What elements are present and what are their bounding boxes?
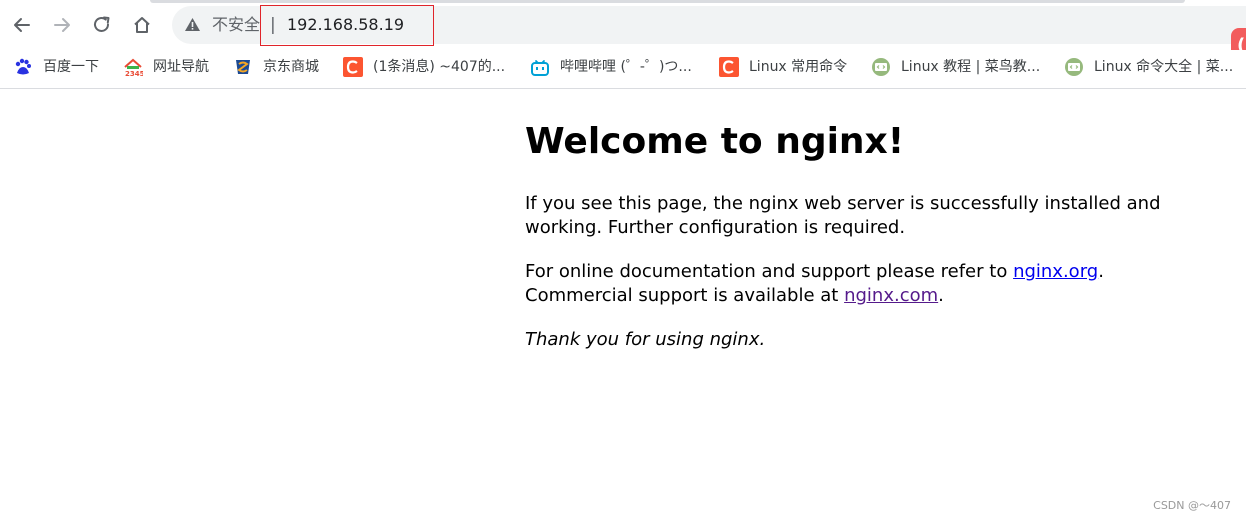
csdn-icon	[343, 57, 363, 77]
bookmark-2345[interactable]: 2345 网址导航	[123, 55, 209, 79]
url-text[interactable]: 192.168.58.19	[287, 13, 404, 37]
support-paragraph: For online documentation and support ple…	[525, 260, 1185, 308]
watermark: CSDN @～407	[1153, 499, 1231, 512]
bookmark-label: Linux 教程 | 菜鸟教...	[901, 59, 1041, 75]
commercial-support-text: Commercial support is available at	[525, 285, 845, 306]
reload-icon	[94, 16, 110, 32]
bookmark-runoob-tutorial[interactable]: Linux 教程 | 菜鸟教...	[871, 55, 1040, 79]
arrow-left-icon	[14, 18, 30, 32]
bookmark-label: (1条消息) ~407的...	[373, 59, 506, 75]
thanks-paragraph: Thank you for using nginx.	[525, 329, 766, 350]
punctuation: .	[938, 285, 944, 306]
support-text: For online documentation and support ple…	[525, 261, 1014, 282]
browser-toolbar: 不安全 | 192.168.58.19 (	[0, 0, 1246, 64]
bilibili-icon	[530, 57, 550, 77]
page-title: Welcome to nginx!	[525, 121, 905, 162]
warning-triangle-icon[interactable]	[184, 17, 201, 36]
back-button[interactable]	[7, 10, 37, 40]
bookmark-bilibili[interactable]: 哔哩哔哩 (゜-゜)つ...	[530, 55, 692, 79]
nginx-com-link[interactable]: nginx.com	[844, 285, 938, 306]
forward-button[interactable]	[47, 10, 77, 40]
home-button[interactable]	[127, 10, 157, 40]
bookmark-linux-commands[interactable]: Linux 常用命令	[719, 55, 847, 79]
tab-strip-edge	[150, 0, 1185, 3]
address-separator: |	[270, 15, 276, 35]
bookmark-label: 百度一下	[43, 59, 99, 75]
2345-icon: 2345	[123, 57, 143, 77]
nginx-org-link[interactable]: nginx.org	[1013, 261, 1098, 282]
bookmarks-divider	[0, 88, 1246, 89]
bookmark-label: 京东商城	[263, 59, 319, 75]
runoob-icon	[871, 57, 891, 77]
reload-button[interactable]	[87, 10, 117, 40]
bookmark-label: Linux 命令大全 | 菜...	[1094, 59, 1234, 75]
home-icon	[134, 17, 150, 33]
arrow-right-icon	[54, 18, 70, 32]
csdn-icon	[719, 57, 739, 77]
page-content: Welcome to nginx! If you see this page, …	[525, 98, 1185, 352]
insecure-label[interactable]: 不安全	[212, 13, 260, 37]
bookmark-jd[interactable]: 京东商城	[233, 55, 319, 79]
jd-icon	[233, 57, 253, 77]
baidu-icon	[13, 57, 33, 77]
bookmark-label: Linux 常用命令	[749, 59, 848, 75]
bookmark-label: 网址导航	[153, 59, 209, 75]
bookmark-label: 哔哩哔哩 (゜-゜)つ...	[560, 59, 692, 75]
svg-text:2345: 2345	[125, 70, 143, 77]
runoob-icon	[1064, 57, 1084, 77]
intro-paragraph: If you see this page, the nginx web serv…	[525, 193, 1161, 238]
bookmark-csdn-407[interactable]: (1条消息) ~407的...	[343, 55, 505, 79]
punctuation: .	[1098, 261, 1104, 282]
bookmark-runoob-commands[interactable]: Linux 命令大全 | 菜...	[1064, 55, 1233, 79]
bookmark-baidu[interactable]: 百度一下	[13, 55, 99, 79]
